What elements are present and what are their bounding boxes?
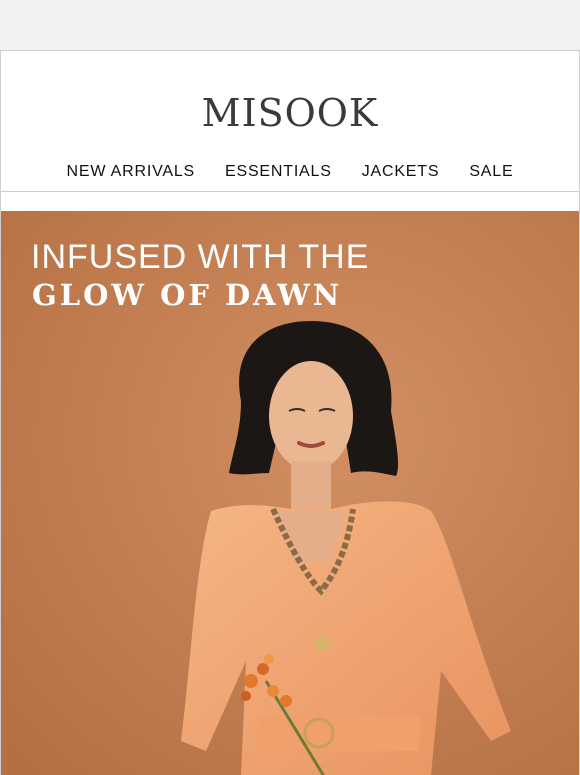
face	[269, 361, 353, 471]
nav-item-essentials[interactable]: ESSENTIALS	[225, 163, 332, 181]
hero-headline-line1: INFUSED WITH THE	[31, 238, 370, 276]
nav-item-new-arrivals[interactable]: NEW ARRIVALS	[67, 163, 195, 181]
brand-logo[interactable]: MISOOK	[1, 91, 579, 135]
nav-item-sale[interactable]: SALE	[469, 163, 513, 181]
hero-banner[interactable]: INFUSED WITH THE GLOW OF DAWN	[1, 211, 579, 775]
hero-headline-line2: GLOW OF DAWN	[32, 278, 343, 312]
email-card: MISOOK NEW ARRIVALS ESSENTIALS JACKETS S…	[0, 50, 580, 775]
main-nav: NEW ARRIVALS ESSENTIALS JACKETS SALE	[1, 163, 579, 181]
nav-divider	[1, 191, 579, 192]
nav-item-jackets[interactable]: JACKETS	[362, 163, 440, 181]
top-band	[0, 0, 580, 50]
